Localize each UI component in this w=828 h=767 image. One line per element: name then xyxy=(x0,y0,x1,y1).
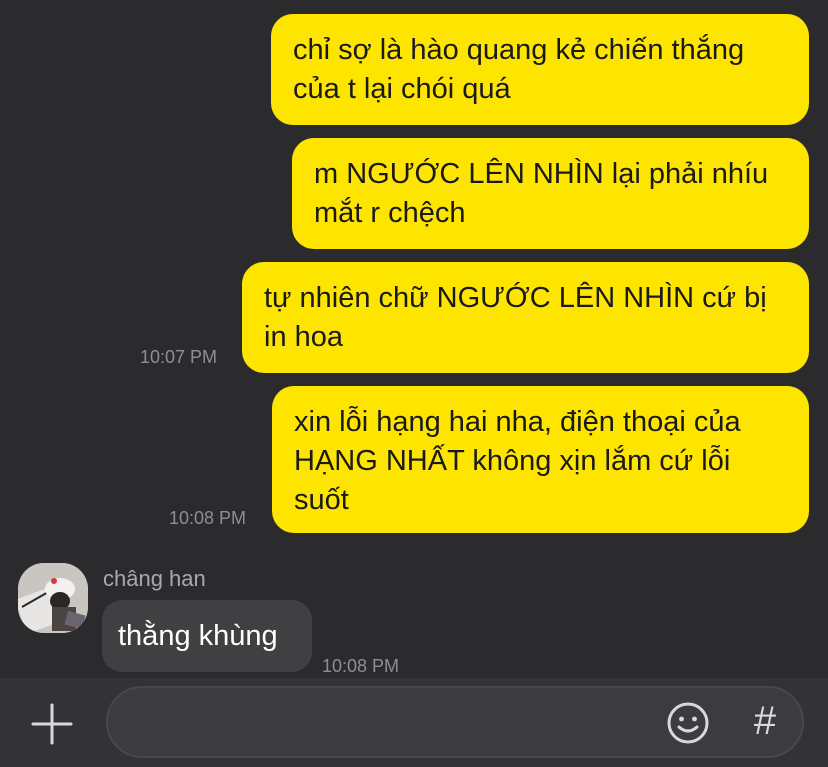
plus-icon[interactable] xyxy=(30,702,74,746)
outgoing-message-bubble[interactable]: xin lỗi hạng hai nha, điện thoại của HẠN… xyxy=(272,386,809,533)
message-timestamp: 10:07 PM xyxy=(140,347,218,367)
chat-screen: chỉ sợ là hào quang kẻ chiến thắng của t… xyxy=(0,0,828,767)
hashtag-search-button[interactable]: # xyxy=(742,696,788,746)
message-timestamp: 10:08 PM xyxy=(169,508,247,528)
incoming-message-bubble[interactable]: thằng khùng xyxy=(102,600,312,672)
sender-avatar[interactable] xyxy=(18,563,88,633)
sender-name: châng han xyxy=(103,566,206,591)
outgoing-message-bubble[interactable]: m NGƯỚC LÊN NHÌN lại phải nhíu mắt r chệ… xyxy=(292,138,809,249)
outgoing-message-bubble[interactable]: chỉ sợ là hào quang kẻ chiến thắng của t… xyxy=(271,14,809,125)
emoji-icon[interactable] xyxy=(666,701,710,745)
message-timestamp: 10:08 PM xyxy=(322,656,400,676)
outgoing-message-bubble[interactable]: tự nhiên chữ NGƯỚC LÊN NHÌN cứ bị in hoa xyxy=(242,262,809,373)
avatar-image xyxy=(18,563,88,633)
